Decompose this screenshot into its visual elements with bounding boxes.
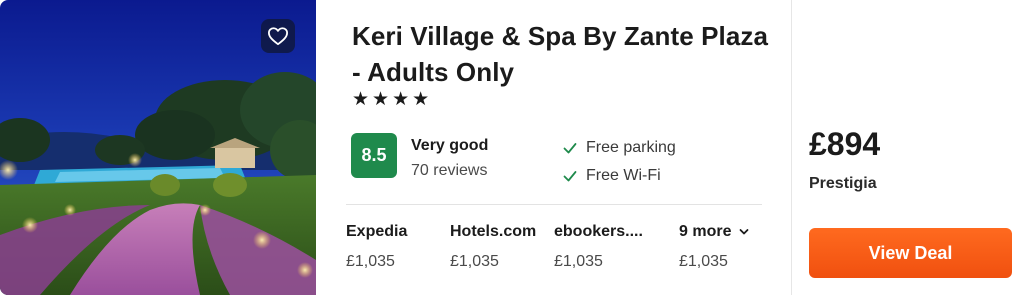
best-price-provider: Prestigia <box>809 175 877 192</box>
offer-price: £1,035 <box>554 253 603 270</box>
review-score-badge: 8.5 <box>351 133 397 178</box>
hotel-info: Keri Village & Spa By Zante Plaza - Adul… <box>316 0 792 295</box>
review-count[interactable]: 70 reviews <box>411 162 487 180</box>
more-offers-label: 9 more <box>679 223 732 240</box>
amenity-free-parking: Free parking <box>562 139 676 157</box>
amenity-free-wifi: Free Wi-Fi <box>562 167 661 185</box>
view-deal-button[interactable]: View Deal <box>809 228 1012 278</box>
favorite-button[interactable] <box>261 19 295 53</box>
offer-provider: Expedia <box>346 223 408 240</box>
offer-expedia[interactable]: Expedia £1,035 <box>346 223 407 271</box>
offer-price: £1,035 <box>679 253 728 270</box>
check-icon <box>563 143 577 154</box>
best-deal-panel: £894 Prestigia View Deal <box>792 0 1024 295</box>
amenity-label: Free parking <box>586 139 676 156</box>
more-offers-toggle[interactable]: 9 more <box>679 223 749 241</box>
offer-provider: Hotels.com <box>450 223 537 240</box>
hotel-name[interactable]: Keri Village & Spa By Zante Plaza - Adul… <box>352 18 772 90</box>
check-icon <box>563 171 577 182</box>
offer-provider: ebookers.... <box>554 223 643 240</box>
more-offers-dropdown[interactable]: 9 more £1,035 <box>679 223 749 271</box>
offer-hotels-com[interactable]: Hotels.com £1,035 <box>450 223 536 271</box>
best-price: £894 <box>809 126 881 162</box>
star-rating: ★★★★ <box>352 89 433 110</box>
amenity-label: Free Wi-Fi <box>586 167 661 184</box>
heart-icon <box>267 27 288 46</box>
divider <box>346 204 762 205</box>
offer-ebookers[interactable]: ebookers.... £1,035 <box>554 223 654 271</box>
hotel-result-card[interactable]: Keri Village & Spa By Zante Plaza - Adul… <box>0 0 1024 295</box>
review-score-label: Very good <box>411 137 489 154</box>
offer-price: £1,035 <box>346 253 395 270</box>
chevron-down-icon <box>740 229 749 235</box>
offer-price: £1,035 <box>450 253 499 270</box>
hotel-photo[interactable] <box>0 0 316 295</box>
